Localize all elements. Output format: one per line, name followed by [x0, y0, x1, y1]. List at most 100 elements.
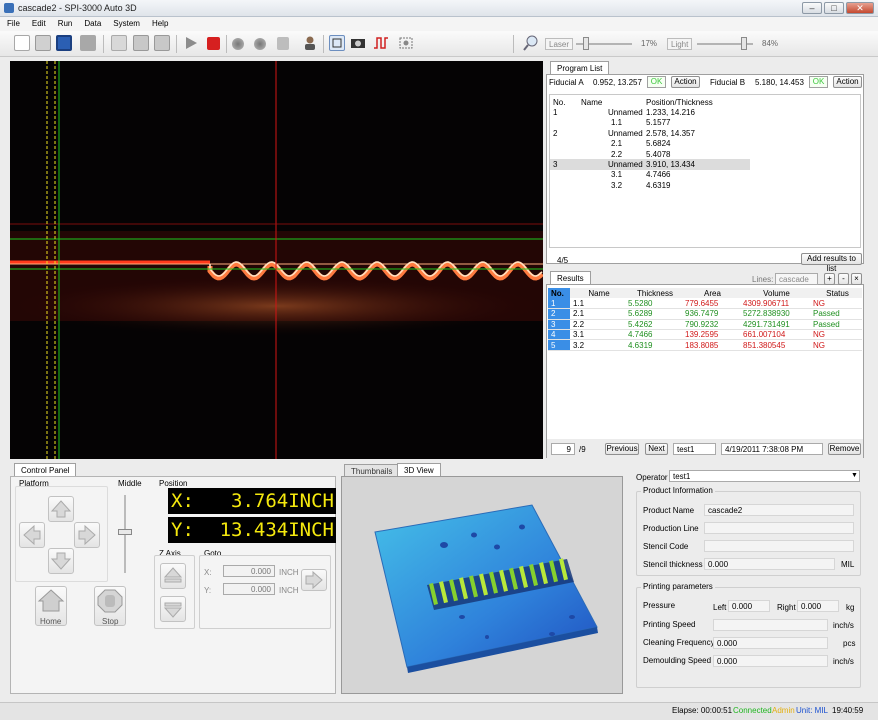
tab-control-panel[interactable]: Control Panel: [14, 463, 77, 476]
move-right-button[interactable]: [74, 522, 100, 548]
record-icon[interactable]: [232, 38, 244, 50]
menu-system[interactable]: System: [106, 17, 145, 28]
next-button[interactable]: Next: [645, 443, 668, 455]
laser-camera-view[interactable]: [10, 61, 543, 459]
z-down-button[interactable]: [160, 596, 186, 622]
program-row[interactable]: 1 Unnamed 1.233, 14.216: [550, 107, 750, 117]
maximize-button[interactable]: □: [824, 2, 844, 14]
edit-icon[interactable]: [111, 35, 127, 51]
previous-button[interactable]: Previous: [605, 443, 639, 455]
lines-select[interactable]: cascade: [775, 273, 818, 285]
grid2-icon[interactable]: [154, 35, 170, 51]
new-file-icon[interactable]: [14, 35, 30, 51]
laser-slider-knob[interactable]: [582, 37, 589, 50]
fiducial-a-ok-button[interactable]: OK: [647, 76, 666, 88]
pressure-right-field[interactable]: 0.000: [797, 600, 839, 612]
result-cell-volume: 4291.731491: [743, 319, 790, 329]
record3-icon[interactable]: [277, 37, 289, 50]
unit-status: Unit: MIL: [796, 706, 829, 715]
save-icon[interactable]: [56, 35, 72, 51]
play-icon[interactable]: [183, 35, 199, 51]
z-up-button[interactable]: [160, 563, 186, 589]
zoom-icon[interactable]: [522, 34, 540, 52]
goto-x-input[interactable]: 0.000: [223, 565, 275, 577]
record2-icon[interactable]: [254, 38, 266, 50]
program-cell-value: 5.4078: [646, 149, 671, 159]
view-mode-icon[interactable]: [329, 35, 345, 51]
printing-speed-field[interactable]: [713, 619, 828, 631]
cleaning-frequency-field[interactable]: 0.000: [713, 637, 828, 649]
result-row[interactable]: 2 2.1 5.6289 936.7479 5272.838930 Passed: [548, 308, 862, 320]
result-row[interactable]: 3 2.2 5.4262 790.9232 4291.731491 Passed: [548, 319, 862, 330]
program-row[interactable]: 3.2 4.6319: [550, 180, 750, 190]
result-cell-name: 1.1: [573, 298, 585, 308]
program-cell-value: 4.6319: [646, 180, 671, 190]
screenshot-icon[interactable]: [398, 35, 414, 51]
lines-add-button[interactable]: +: [824, 273, 835, 285]
menu-file[interactable]: File: [0, 17, 25, 28]
result-cell-name: 2.1: [573, 309, 585, 319]
result-cell-status: NG: [813, 330, 825, 340]
light-slider-knob[interactable]: [741, 37, 748, 50]
speed-slider-knob[interactable]: [118, 529, 132, 535]
lines-clear-button[interactable]: ×: [851, 273, 862, 285]
result-cell-area: 139.2595: [685, 330, 719, 340]
result-cell-volume: 4309.906711: [743, 298, 790, 308]
product-name-field[interactable]: cascade2: [704, 504, 854, 516]
result-cell-no: 3: [548, 319, 570, 330]
col-status: Status: [826, 288, 849, 298]
remove-button[interactable]: Remove: [828, 443, 861, 455]
minimize-button[interactable]: –: [802, 2, 822, 14]
open-icon[interactable]: [35, 35, 51, 51]
demoulding-speed-field[interactable]: 0.000: [713, 655, 828, 667]
camera-icon[interactable]: [350, 35, 366, 51]
result-row[interactable]: 1 1.1 5.5280 779.6455 4309.906711 NG: [548, 298, 862, 309]
operator-icon[interactable]: [302, 35, 318, 51]
tab-results[interactable]: Results: [550, 271, 591, 284]
program-row[interactable]: 1.1 5.1577: [550, 118, 750, 128]
stencil-code-field[interactable]: [704, 540, 854, 552]
menu-edit[interactable]: Edit: [25, 17, 51, 28]
program-cell-no: [550, 118, 578, 128]
lines-remove-button[interactable]: -: [838, 273, 849, 285]
result-date-picker[interactable]: 4/19/2011 7:38:08 PM: [721, 443, 823, 455]
operator-select[interactable]: test1: [669, 470, 860, 482]
menu-help[interactable]: Help: [145, 17, 173, 28]
fiducial-b-ok-button[interactable]: OK: [809, 76, 828, 88]
production-line-field[interactable]: [704, 522, 854, 534]
goto-button[interactable]: [301, 569, 327, 591]
move-left-button[interactable]: [19, 522, 45, 548]
tab-3d-view[interactable]: 3D View: [397, 463, 441, 476]
grid-icon[interactable]: [133, 35, 149, 51]
move-up-button[interactable]: [48, 496, 74, 522]
add-results-button[interactable]: Add results to list: [801, 253, 862, 273]
tab-program-list[interactable]: Program List: [550, 61, 610, 74]
import-icon[interactable]: [80, 35, 96, 51]
result-row[interactable]: 5 3.2 4.6319 183.8085 851.380545 NG: [548, 339, 862, 351]
menu-run[interactable]: Run: [51, 17, 78, 28]
fiducial-b-value: 5.180, 14.453: [755, 78, 804, 87]
program-cell-no: 2: [553, 128, 558, 138]
stencil-thickness-field[interactable]: 0.000: [704, 558, 835, 570]
result-name-input[interactable]: test1: [673, 443, 716, 455]
pressure-left-field[interactable]: 0.000: [728, 600, 770, 612]
goto-y-input[interactable]: 0.000: [223, 583, 275, 595]
move-down-button[interactable]: [48, 548, 74, 574]
program-row[interactable]: 2.1 5.6824: [550, 139, 750, 149]
close-button[interactable]: ✕: [846, 2, 874, 14]
position-label: Position: [159, 479, 188, 488]
program-row[interactable]: 3 Unnamed 3.910, 13.434: [550, 159, 750, 170]
result-cell-name: 3.2: [573, 340, 585, 350]
stop-icon[interactable]: [207, 37, 220, 50]
pulse-icon[interactable]: [373, 35, 389, 51]
fiducial-b-action-button[interactable]: Action: [833, 76, 862, 88]
home-label: Home: [40, 617, 62, 626]
program-row[interactable]: 3.1 4.7466: [550, 170, 750, 180]
program-row[interactable]: 2 Unnamed 2.578, 14.357: [550, 128, 750, 138]
result-row[interactable]: 4 3.1 4.7466 139.2595 661.007104 NG: [548, 329, 862, 340]
3d-view-panel[interactable]: [341, 476, 623, 694]
fiducial-a-action-button[interactable]: Action: [671, 76, 700, 88]
page-input[interactable]: 9: [551, 443, 575, 455]
program-row[interactable]: 2.2 5.4078: [550, 149, 750, 159]
menu-data[interactable]: Data: [77, 17, 106, 28]
